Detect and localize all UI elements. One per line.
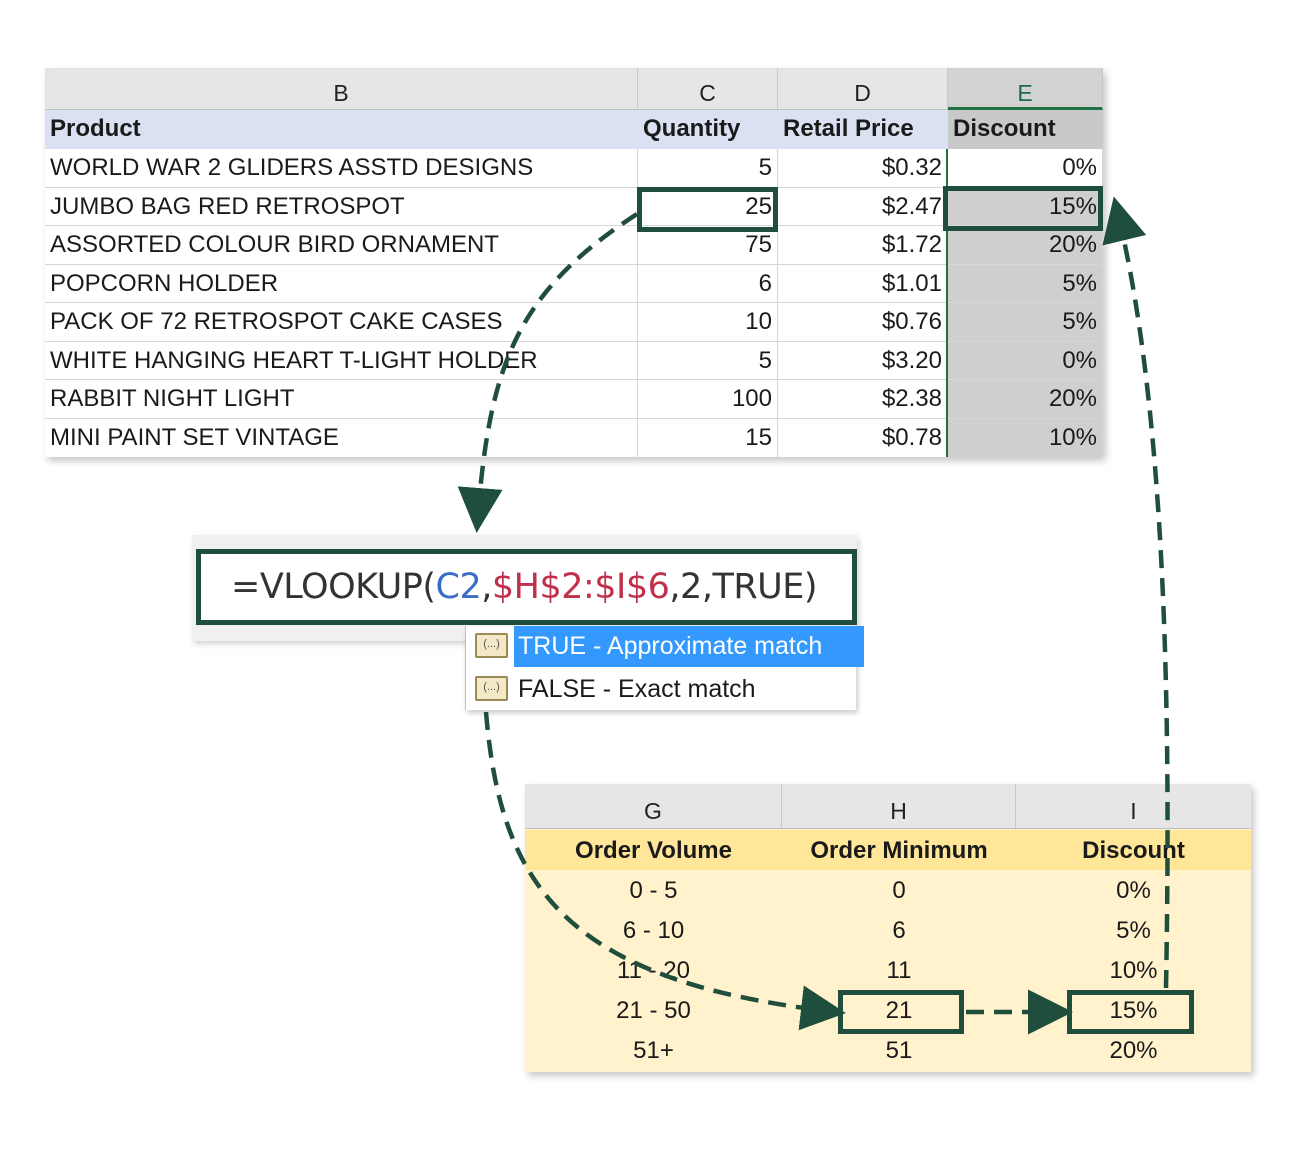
table-row: 51+ 51 20% — [525, 1030, 1251, 1070]
cell-order-minimum[interactable]: 11 — [782, 950, 1016, 990]
cell-quantity[interactable]: 15 — [638, 418, 778, 457]
column-header-h[interactable]: H — [782, 784, 1016, 829]
column-header-e[interactable]: E — [948, 68, 1103, 110]
product-sheet: B C D E Product Quantity Retail Price Di… — [45, 68, 1103, 457]
cell-product[interactable]: MINI PAINT SET VINTAGE — [45, 418, 638, 457]
cell-product[interactable]: RABBIT NIGHT LIGHT — [45, 380, 638, 418]
cell-order-volume[interactable]: 0 - 5 — [525, 870, 782, 910]
cell-product[interactable]: WHITE HANGING HEART T-LIGHT HOLDER — [45, 341, 638, 379]
cell-price[interactable]: $3.20 — [778, 341, 948, 379]
cell-order-volume[interactable]: 6 - 10 — [525, 910, 782, 950]
formula-args: ,2,TRUE) — [669, 567, 818, 607]
table-row: WHITE HANGING HEART T-LIGHT HOLDER 5 $3.… — [45, 341, 1103, 380]
cell-quantity[interactable]: 10 — [638, 303, 778, 341]
cell-product[interactable]: POPCORN HOLDER — [45, 264, 638, 302]
column-header-g[interactable]: G — [525, 784, 782, 829]
cell-product[interactable]: ASSORTED COLOUR BIRD ORNAMENT — [45, 226, 638, 264]
cell-discount[interactable]: 10% — [948, 418, 1103, 457]
cell-price[interactable]: $1.01 — [778, 264, 948, 302]
cell-quantity[interactable]: 100 — [638, 380, 778, 418]
autocomplete-label: FALSE - Exact match — [518, 675, 756, 703]
cell-order-minimum[interactable]: 51 — [782, 1030, 1016, 1070]
cell-price[interactable]: $2.47 — [778, 187, 948, 225]
table-row: 0 - 5 0 0% — [525, 870, 1251, 910]
header-order-volume[interactable]: Order Volume — [525, 830, 782, 870]
column-header-c[interactable]: C — [638, 68, 778, 110]
column-header-i[interactable]: I — [1016, 784, 1251, 829]
cell-order-minimum[interactable]: 6 — [782, 910, 1016, 950]
header-quantity[interactable]: Quantity — [638, 110, 778, 149]
autocomplete-item-true[interactable]: (...) TRUE - Approximate match — [466, 626, 864, 667]
table-row: ASSORTED COLOUR BIRD ORNAMENT 75 $1.72 2… — [45, 226, 1103, 265]
cell-order-volume[interactable]: 11 - 20 — [525, 950, 782, 990]
cell-quantity[interactable]: 5 — [638, 341, 778, 379]
cell-discount[interactable]: 0% — [948, 341, 1103, 379]
function-argument-icon: (...) — [475, 676, 508, 701]
cell-lookup-discount[interactable]: 20% — [1016, 1030, 1251, 1070]
cell-quantity[interactable]: 6 — [638, 264, 778, 302]
header-discount[interactable]: Discount — [948, 110, 1103, 149]
header-lookup-discount[interactable]: Discount — [1016, 830, 1251, 870]
lookup-header-row: Order Volume Order Minimum Discount — [525, 830, 1251, 870]
header-retail-price[interactable]: Retail Price — [778, 110, 948, 149]
cell-product[interactable]: WORLD WAR 2 GLIDERS ASSTD DESIGNS — [45, 149, 638, 187]
table-row: RABBIT NIGHT LIGHT 100 $2.38 20% — [45, 380, 1103, 419]
cell-discount[interactable]: 0% — [948, 149, 1103, 187]
column-header-d[interactable]: D — [778, 68, 948, 110]
cell-order-volume[interactable]: 51+ — [525, 1030, 782, 1070]
table-row: 6 - 10 6 5% — [525, 910, 1251, 950]
cell-discount[interactable]: 20% — [948, 380, 1103, 418]
cell-price[interactable]: $1.72 — [778, 226, 948, 264]
header-order-minimum[interactable]: Order Minimum — [782, 830, 1016, 870]
cell-order-minimum[interactable]: 0 — [782, 870, 1016, 910]
cell-discount[interactable]: 5% — [948, 303, 1103, 341]
highlight-quantity-c2 — [637, 187, 778, 232]
autocomplete-label: TRUE - Approximate match — [514, 626, 864, 667]
cell-lookup-discount[interactable]: 10% — [1016, 950, 1251, 990]
formula-input[interactable]: =VLOOKUP(C2,$H$2:$I$6,2,TRUE) — [196, 549, 857, 625]
table-row: MINI PAINT SET VINTAGE 15 $0.78 10% — [45, 418, 1103, 457]
table-row: 11 - 20 11 10% — [525, 950, 1251, 990]
table-row: PACK OF 72 RETROSPOT CAKE CASES 10 $0.76… — [45, 303, 1103, 342]
formula-lookup-value: C2 — [435, 567, 482, 607]
cell-product[interactable]: PACK OF 72 RETROSPOT CAKE CASES — [45, 303, 638, 341]
table-row: WORLD WAR 2 GLIDERS ASSTD DESIGNS 5 $0.3… — [45, 149, 1103, 188]
column-header-b[interactable]: B — [45, 68, 638, 110]
highlight-order-minimum-21 — [838, 990, 964, 1034]
autocomplete-list: (...) TRUE - Approximate match (...) FAL… — [465, 626, 864, 710]
cell-price[interactable]: $0.76 — [778, 303, 948, 341]
table-row: POPCORN HOLDER 6 $1.01 5% — [45, 264, 1103, 303]
highlight-discount-15 — [1067, 990, 1194, 1034]
formula-separator: , — [481, 567, 492, 607]
autocomplete-item-false[interactable]: (...) FALSE - Exact match — [466, 669, 856, 710]
cell-product[interactable]: JUMBO BAG RED RETROSPOT — [45, 187, 638, 225]
formula-table-array: $H$2:$I$6 — [491, 567, 670, 607]
cell-quantity[interactable]: 5 — [638, 149, 778, 187]
table-header-row: Product Quantity Retail Price Discount — [45, 110, 1103, 149]
cell-discount[interactable]: 5% — [948, 264, 1103, 302]
cell-discount[interactable]: 20% — [948, 226, 1103, 264]
function-argument-icon: (...) — [475, 633, 508, 658]
cell-price[interactable]: $0.78 — [778, 418, 948, 457]
formula-function: =VLOOKUP( — [231, 567, 436, 607]
header-product[interactable]: Product — [45, 110, 638, 149]
highlight-discount-e2 — [943, 186, 1103, 231]
cell-lookup-discount[interactable]: 0% — [1016, 870, 1251, 910]
cell-order-volume[interactable]: 21 - 50 — [525, 990, 782, 1030]
cell-price[interactable]: $2.38 — [778, 380, 948, 418]
cell-price[interactable]: $0.32 — [778, 149, 948, 187]
cell-lookup-discount[interactable]: 5% — [1016, 910, 1251, 950]
